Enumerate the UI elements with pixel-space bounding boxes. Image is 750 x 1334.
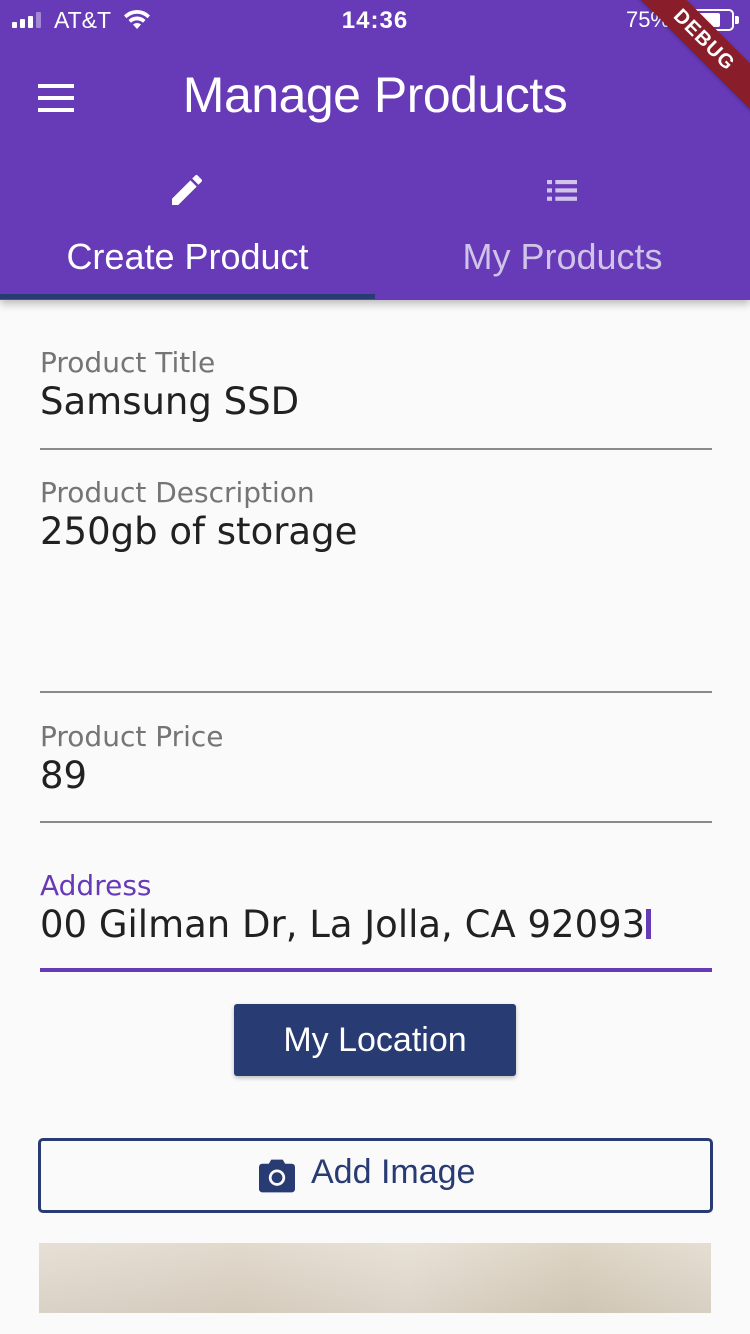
field-underline <box>40 691 712 693</box>
tab-selection-indicator <box>0 294 375 299</box>
camera-icon <box>259 1159 295 1193</box>
pencil-icon <box>172 174 203 205</box>
product-title-label: Product Title <box>40 346 216 379</box>
product-description-field[interactable]: Product Description 250gb of storage <box>40 476 712 694</box>
product-price-label: Product Price <box>40 720 224 753</box>
field-underline-focused <box>40 968 712 972</box>
field-underline <box>40 821 712 823</box>
tab-create-product[interactable]: Create Product <box>0 160 375 300</box>
app-bar: AT&T 14:36 75% Manage Products Create Pr… <box>0 0 750 300</box>
product-price-input[interactable]: 89 <box>40 754 712 798</box>
address-label: Address <box>40 869 152 902</box>
tab-label: Create Product <box>66 236 309 277</box>
page-title: Manage Products <box>182 67 568 123</box>
address-input[interactable]: 00 Gilman Dr, La Jolla, CA 92093 <box>40 903 712 947</box>
product-description-input[interactable]: 250gb of storage <box>40 510 712 554</box>
product-title-input[interactable]: Samsung SSD <box>40 380 712 424</box>
text-cursor <box>646 909 652 939</box>
field-underline <box>40 448 712 450</box>
tab-bar: Create Product My Products <box>0 160 750 300</box>
product-description-label: Product Description <box>40 476 315 509</box>
my-location-button[interactable]: My Location <box>234 1004 516 1076</box>
add-image-label: Add Image <box>311 1153 476 1191</box>
list-icon <box>547 180 577 201</box>
address-field[interactable]: Address 00 Gilman Dr, La Jolla, CA 92093 <box>40 869 712 975</box>
tab-label: My Products <box>462 236 663 277</box>
product-title-field[interactable]: Product Title Samsung SSD <box>40 346 712 452</box>
add-image-button[interactable]: Add Image <box>38 1138 713 1213</box>
tab-my-products[interactable]: My Products <box>375 160 750 300</box>
product-image-preview <box>39 1243 711 1313</box>
status-bar: AT&T 14:36 75% <box>0 0 750 40</box>
product-price-field[interactable]: Product Price 89 <box>40 720 712 824</box>
